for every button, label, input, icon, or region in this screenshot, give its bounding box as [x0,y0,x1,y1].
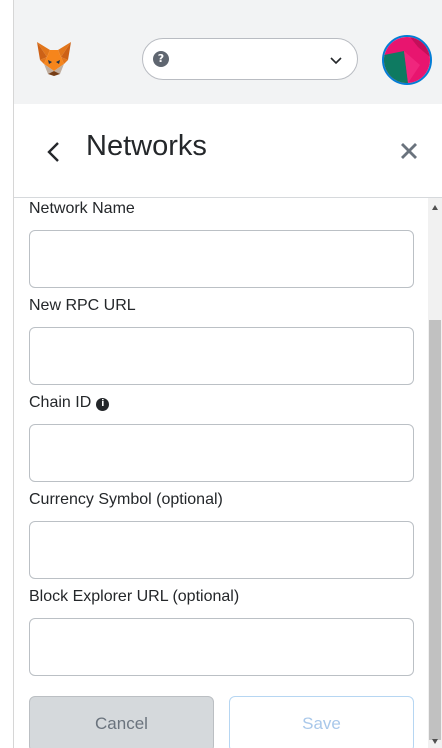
save-button[interactable]: Save [229,696,414,748]
scroll-up-arrow-icon[interactable] [432,205,438,210]
page-title-bar: Networks [14,104,442,198]
close-icon[interactable] [398,140,420,162]
scroll-down-arrow-icon[interactable] [432,739,438,744]
cancel-button[interactable]: Cancel [29,696,214,748]
account-avatar[interactable] [382,35,432,85]
app-header: ? [14,0,442,104]
currency-symbol-label: Currency Symbol (optional) [29,491,223,508]
network-selector[interactable]: ? [142,38,358,80]
metamask-fox-logo[interactable] [34,38,74,78]
rpc-url-label: New RPC URL [29,297,136,314]
page-title: Networks [86,130,207,162]
network-name-input[interactable] [29,230,414,288]
network-form: Network Name New RPC URL Chain ID i Curre… [14,198,428,748]
block-explorer-input[interactable] [29,618,414,676]
currency-symbol-input[interactable] [29,521,414,579]
rpc-url-input[interactable] [29,327,414,385]
chain-id-input[interactable] [29,424,414,482]
scrollbar-thumb[interactable] [429,320,441,740]
question-circle-icon: ? [153,51,169,67]
form-scrollbar[interactable] [428,198,442,748]
chevron-down-icon [330,57,342,65]
chain-id-label: Chain ID i [29,394,110,412]
network-name-label: Network Name [29,200,135,217]
info-icon[interactable]: i [96,398,110,411]
networks-settings-window: ? Networks Network Name New RPC URL Chai… [0,0,442,748]
chain-id-label-text: Chain ID [29,394,92,411]
chevron-left-icon[interactable] [44,138,64,166]
block-explorer-label: Block Explorer URL (optional) [29,588,240,605]
